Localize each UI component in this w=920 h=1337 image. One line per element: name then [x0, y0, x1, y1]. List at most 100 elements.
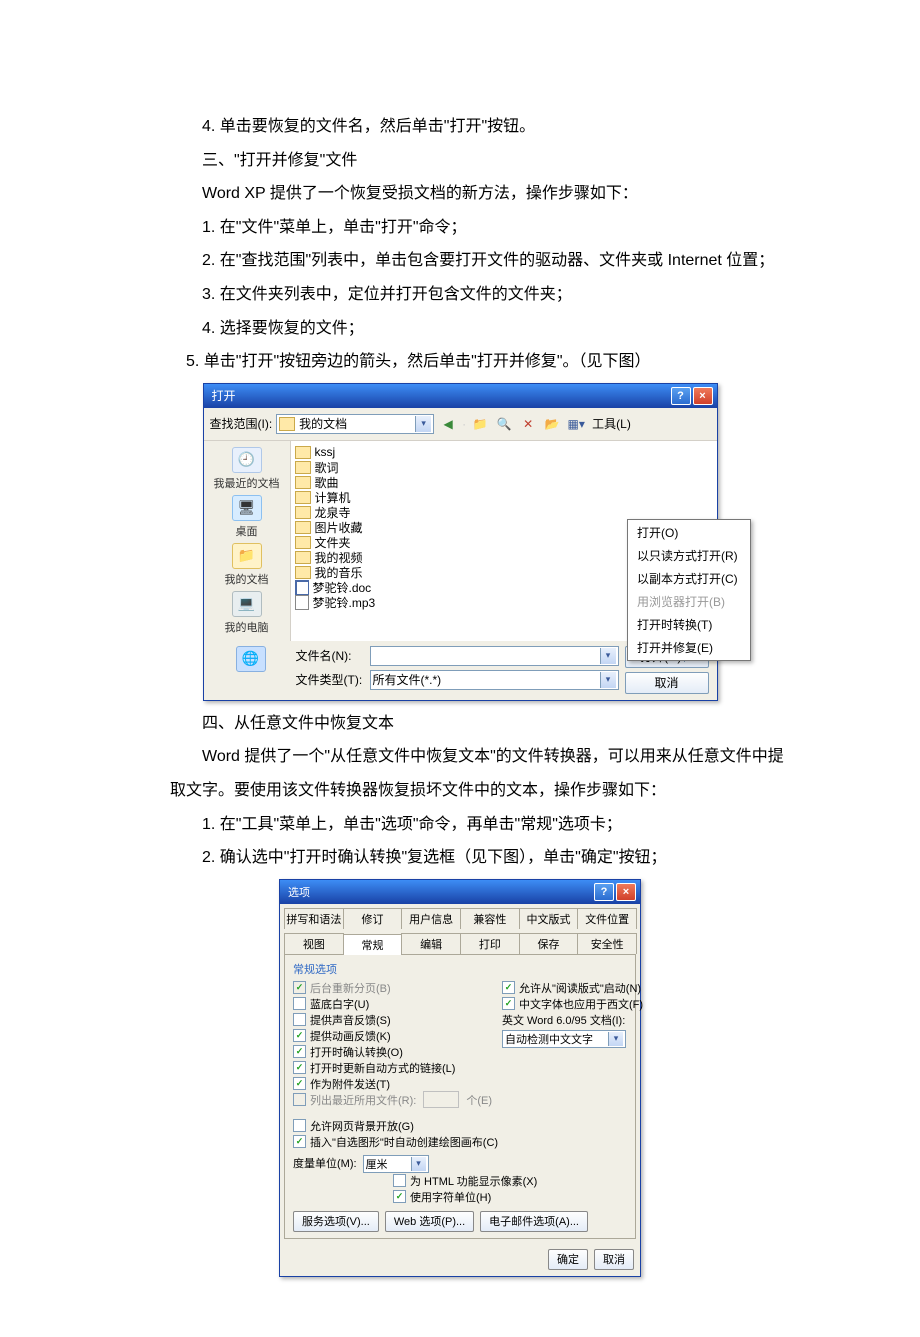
doc-icon [295, 580, 309, 595]
tabs-row1: 拼写和语法修订用户信息兼容性中文版式文件位置 [280, 904, 640, 929]
cancel-button[interactable]: 取消 [625, 672, 709, 694]
para-intro: Word XP 提供了一个恢复受损文档的新方法，操作步骤如下： [170, 177, 790, 211]
place-computer[interactable]: 💻我的电脑 [204, 589, 290, 637]
para-s3: 3. 在文件夹列表中，定位并打开包含文件的文件夹； [170, 278, 790, 312]
filetype-label: 文件类型(T): [296, 671, 364, 688]
menu-item[interactable]: 打开时转换(T) [629, 613, 749, 636]
tab-用户信息[interactable]: 用户信息 [401, 908, 461, 929]
search-icon[interactable]: 🔍 [494, 414, 514, 434]
back-icon[interactable]: ◀ [438, 414, 458, 434]
folder-icon [295, 446, 311, 459]
bottom-checks: 允许网页背景开放(G)✓插入"自选图形"时自动创建绘图画布(C) [293, 1118, 627, 1150]
dropdown-arrow-icon[interactable]: ▾ [608, 1032, 623, 1046]
menu-item[interactable]: 以副本方式打开(C) [629, 567, 749, 590]
ok-button[interactable]: 确定 [548, 1249, 588, 1270]
mp3-icon [295, 595, 309, 610]
checkbox-option[interactable]: ✓中文字体也应用于西文(F) [502, 996, 643, 1012]
tab-常规[interactable]: 常规 [343, 934, 403, 955]
close-button[interactable]: × [693, 387, 713, 405]
filetype-combo[interactable]: 所有文件(*.*)▾ [370, 670, 619, 690]
help-button[interactable]: ? [594, 883, 614, 901]
checkbox-option[interactable]: ✓提供动画反馈(K) [293, 1028, 492, 1044]
checkbox-option[interactable]: ✓作为附件发送(T) [293, 1076, 492, 1092]
dialog-title: 打开 [208, 387, 669, 404]
tab-打印[interactable]: 打印 [460, 933, 520, 954]
general-panel: 常规选项 ✓后台重新分页(B)蓝底白字(U)提供声音反馈(S)✓提供动画反馈(K… [284, 954, 636, 1239]
desktop-icon: 🖥 [232, 495, 262, 521]
newfolder-icon[interactable]: 📂 [542, 414, 562, 434]
tools-label[interactable]: 工具(L) [592, 415, 631, 432]
checkbox-option: ✓后台重新分页(B) [293, 980, 492, 996]
checkbox-option[interactable]: ✓打开时更新自动方式的链接(L) [293, 1060, 492, 1076]
tab-安全性[interactable]: 安全性 [577, 933, 637, 954]
filename-combo[interactable]: ▾ [370, 646, 619, 666]
para-heading4: 四、从任意文件中恢复文本 [170, 707, 790, 741]
place-desktop[interactable]: 🖥桌面 [204, 493, 290, 541]
options-dialog-wrapper: 选项 ? × 拼写和语法修订用户信息兼容性中文版式文件位置 视图常规编辑打印保存… [0, 879, 920, 1277]
char-unit-checkbox[interactable]: ✓使用字符单位(H) [393, 1189, 627, 1205]
close-button[interactable]: × [616, 883, 636, 901]
left-column: ✓后台重新分页(B)蓝底白字(U)提供声音反馈(S)✓提供动画反馈(K)✓打开时… [293, 980, 492, 1108]
lookin-value: 我的文档 [299, 415, 347, 432]
tabs-row2: 视图常规编辑打印保存安全性 [280, 929, 640, 954]
tab-文件位置[interactable]: 文件位置 [577, 908, 637, 929]
html-pixel-checkbox[interactable]: 为 HTML 功能显示像素(X) [393, 1173, 627, 1189]
menu-item[interactable]: 打开并修复(E) [629, 636, 749, 659]
tab-保存[interactable]: 保存 [519, 933, 579, 954]
place-documents[interactable]: 📁我的文档 [204, 541, 290, 589]
para-s5: 5. 单击"打开"按钮旁边的箭头，然后单击"打开并修复"。（见下图） [170, 345, 790, 379]
lookin-combo[interactable]: 我的文档 ▾ [276, 414, 434, 434]
tab-中文版式[interactable]: 中文版式 [519, 908, 579, 929]
body-text-2: 四、从任意文件中恢复文本 Word 提供了一个"从任意文件中恢复文本"的文件转换… [0, 707, 920, 875]
dropdown-arrow-icon[interactable]: ▾ [415, 416, 431, 432]
para-s4: 4. 选择要恢复的文件； [170, 312, 790, 346]
dropdown-arrow-icon[interactable]: ▾ [600, 672, 616, 688]
tab-拼写和语法[interactable]: 拼写和语法 [284, 908, 344, 929]
tab-编辑[interactable]: 编辑 [401, 933, 461, 954]
dropdown-arrow-icon[interactable]: ▾ [411, 1157, 426, 1171]
option-button[interactable]: 电子邮件选项(A)... [480, 1211, 588, 1232]
file-item[interactable]: 歌词 [295, 460, 713, 475]
checkbox-option[interactable]: 允许网页背景开放(G) [293, 1118, 627, 1134]
places-bar: 🕘我最近的文档 🖥桌面 📁我的文档 💻我的电脑 [204, 441, 291, 641]
folder-icon [295, 521, 311, 534]
checkbox-option[interactable]: ✓打开时确认转换(O) [293, 1044, 492, 1060]
file-item[interactable]: kssj [295, 445, 713, 460]
checkbox-option[interactable]: ✓插入"自选图形"时自动创建绘图画布(C) [293, 1134, 627, 1150]
menu-item: 用浏览器打开(B) [629, 590, 749, 613]
views-icon[interactable]: ▦▾ [566, 414, 586, 434]
menu-item[interactable]: 打开(O) [629, 521, 749, 544]
right-column: ✓允许从"阅读版式"启动(N)✓中文字体也应用于西文(F)英文 Word 6.0… [502, 980, 643, 1108]
para-step4: 4. 单击要恢复的文件名，然后单击"打开"按钮。 [170, 110, 790, 144]
checkbox-option[interactable]: 蓝底白字(U) [293, 996, 492, 1012]
cancel-button[interactable]: 取消 [594, 1249, 634, 1270]
eng-doc-select[interactable]: 自动检测中文文字▾ [502, 1030, 626, 1048]
para-intro2: Word 提供了一个"从任意文件中恢复文本"的文件转换器，可以用来从任意文件中提… [170, 740, 790, 807]
tab-修订[interactable]: 修订 [343, 908, 403, 929]
menu-item[interactable]: 以只读方式打开(R) [629, 544, 749, 567]
folder-icon [295, 551, 311, 564]
checkbox-option[interactable]: 提供声音反馈(S) [293, 1012, 492, 1028]
option-button[interactable]: Web 选项(P)... [385, 1211, 474, 1232]
unit-select[interactable]: 厘米▾ [363, 1155, 429, 1173]
dropdown-arrow-icon[interactable]: ▾ [600, 648, 616, 664]
computer-icon: 💻 [232, 591, 262, 617]
file-item[interactable]: 计算机 [295, 490, 713, 505]
up-icon[interactable]: 📁 [470, 414, 490, 434]
folder-icon [295, 536, 311, 549]
file-item[interactable]: 歌曲 [295, 475, 713, 490]
place-network[interactable]: 🌐 [212, 646, 290, 672]
folder-icon [295, 461, 311, 474]
network-icon: 🌐 [236, 646, 266, 672]
delete-icon[interactable]: ✕ [518, 414, 538, 434]
file-item[interactable]: 龙泉寺 [295, 505, 713, 520]
option-button[interactable]: 服务选项(V)... [293, 1211, 379, 1232]
folder-icon [295, 566, 311, 579]
place-recent[interactable]: 🕘我最近的文档 [204, 445, 290, 493]
section-label: 常规选项 [293, 961, 627, 977]
checkbox-option[interactable]: ✓允许从"阅读版式"启动(N) [502, 980, 643, 996]
ok-cancel-row: 确定 取消 [280, 1243, 640, 1276]
help-button[interactable]: ? [671, 387, 691, 405]
tab-视图[interactable]: 视图 [284, 933, 344, 954]
tab-兼容性[interactable]: 兼容性 [460, 908, 520, 929]
